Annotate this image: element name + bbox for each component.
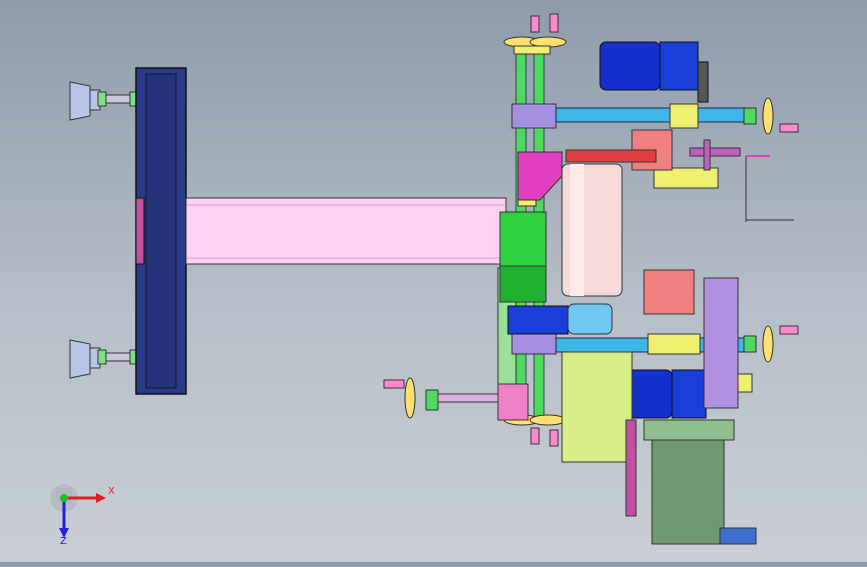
z-axis-label: Z [60,536,67,547]
pink-beam [185,197,507,265]
lower-gear-box [625,419,757,545]
x-axis-label: X [108,486,115,497]
upper-motor [599,41,709,103]
left-handwheel [383,377,439,419]
probe-indicator [745,155,794,222]
cad-model [69,13,799,545]
olive-plate [561,351,633,463]
top-handwheels [503,13,567,55]
green-blocks [499,211,547,303]
axis-triad: X Z [40,478,120,548]
blue-saddle [507,303,613,335]
y-axis-dot [60,494,68,502]
base-frame [135,67,187,395]
lavender-panel [703,277,739,409]
leveling-foot-top [69,81,139,121]
cad-viewport[interactable]: X Z [0,0,867,562]
leveling-foot-bottom [69,339,139,379]
drum-roller [561,163,623,297]
right-handwheels [743,97,799,363]
